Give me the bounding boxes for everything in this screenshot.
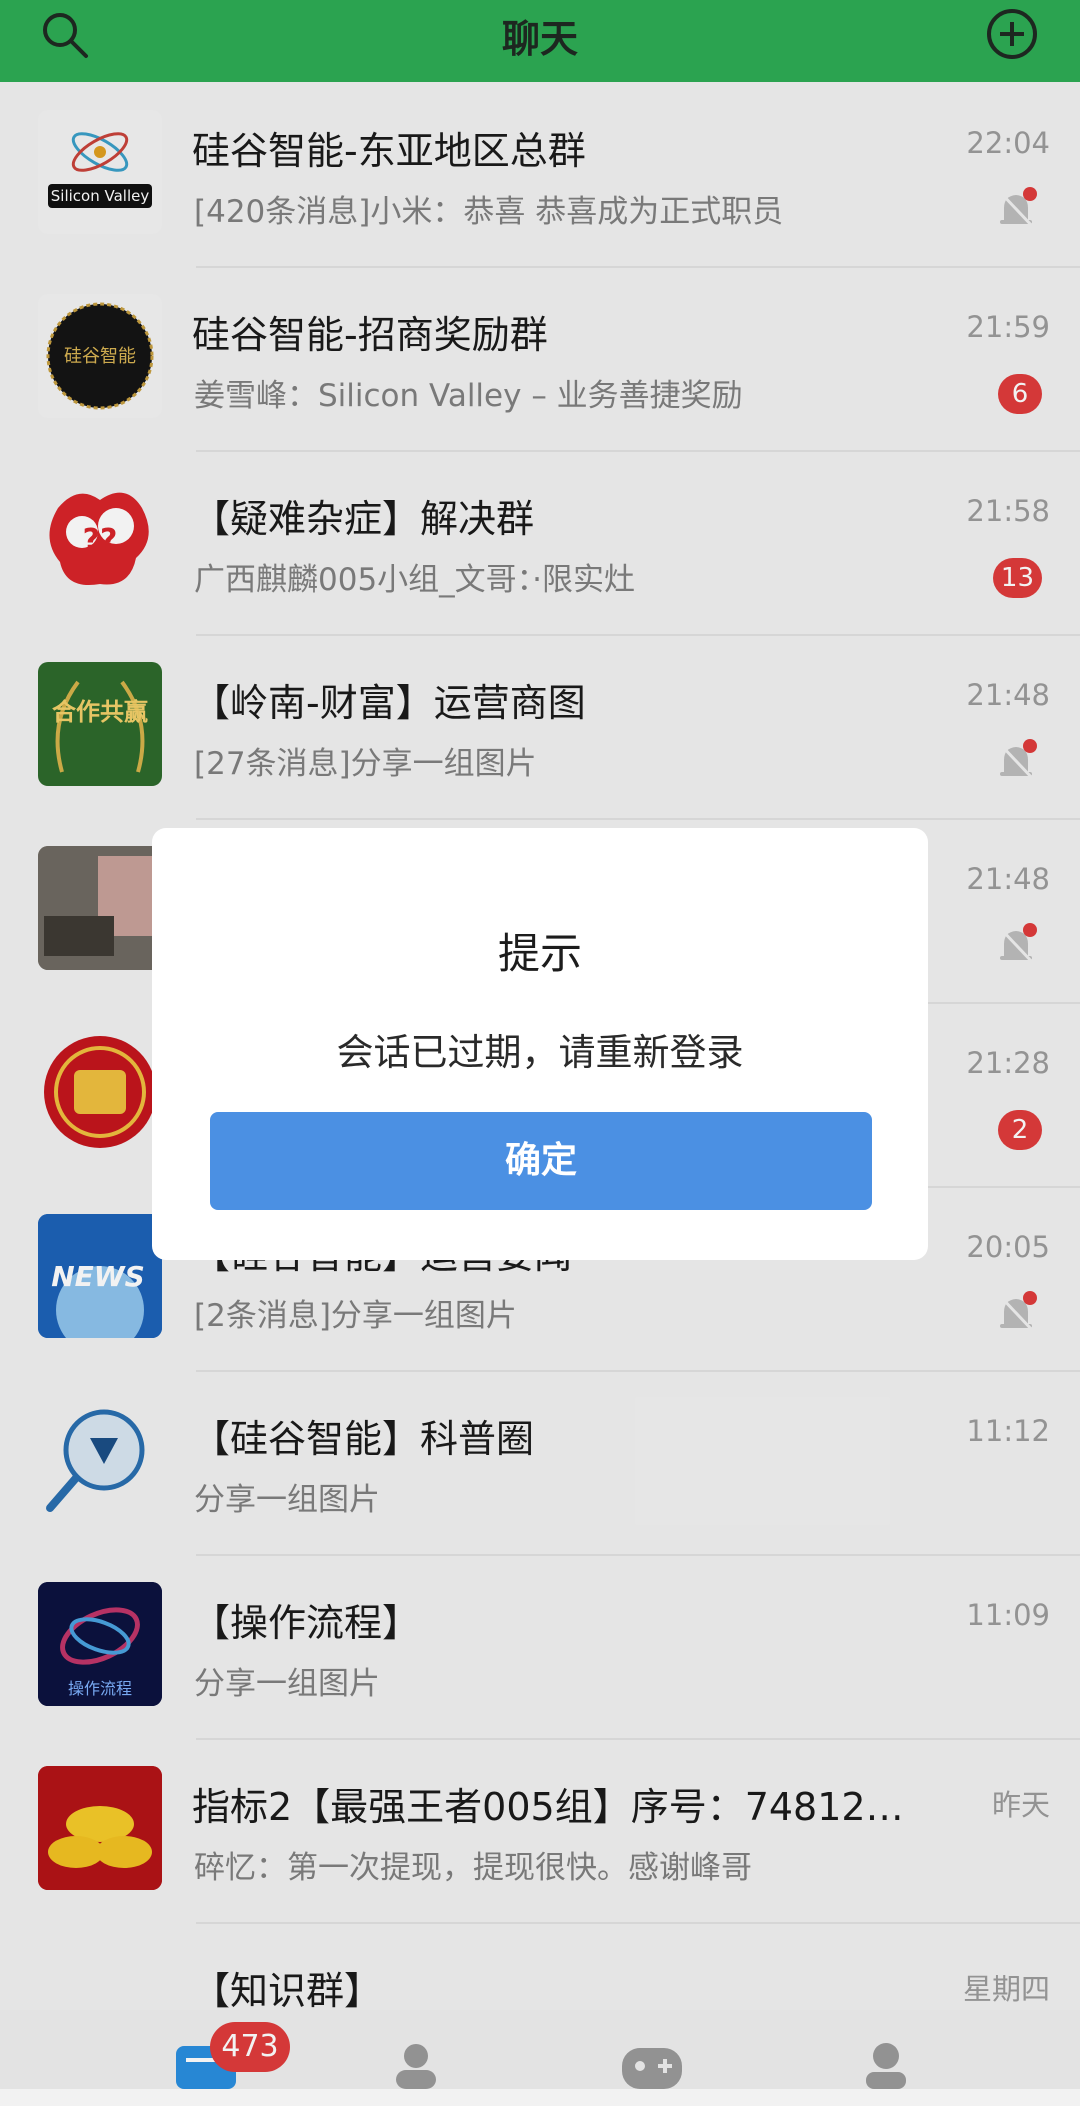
dialog-message: 会话已过期，请重新登录 — [336, 1031, 744, 1074]
confirm-button[interactable]: 确定 — [210, 1112, 872, 1210]
dialog-title: 提示 — [497, 929, 582, 978]
session-expired-dialog: 提示 会话已过期，请重新登录 确定 — [152, 828, 928, 1260]
